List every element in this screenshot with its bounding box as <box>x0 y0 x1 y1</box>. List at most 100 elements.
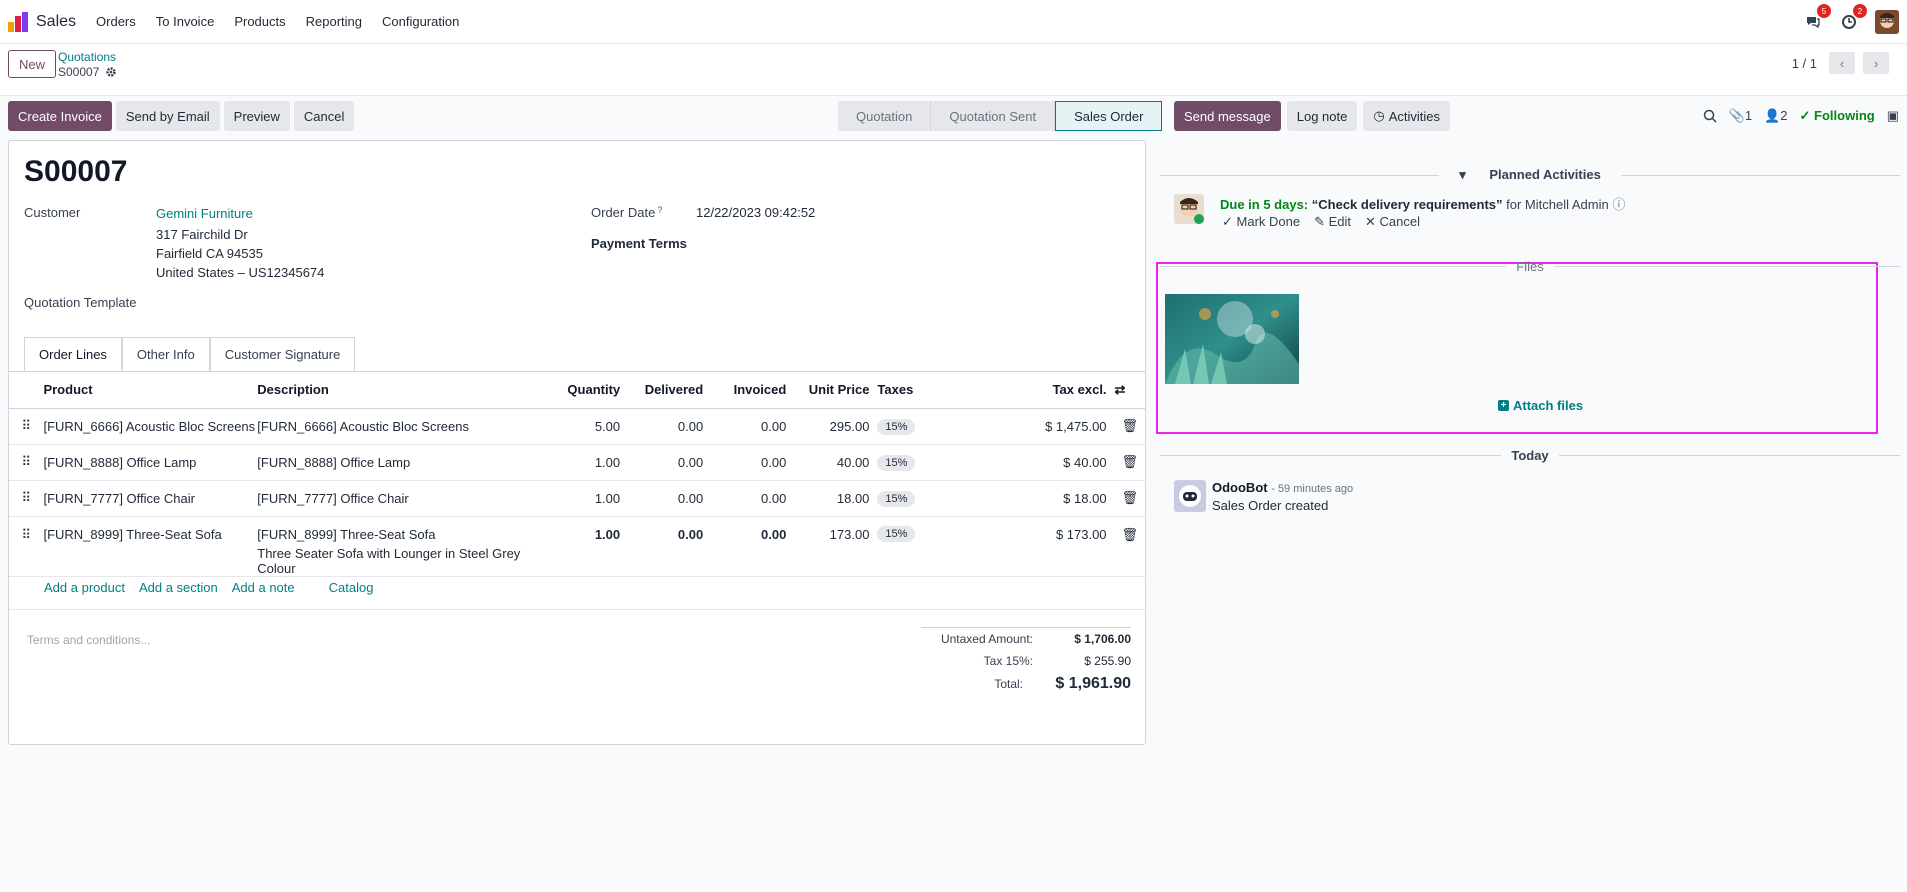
order-date-help[interactable]: ? <box>657 205 662 215</box>
trash-icon: 🗑 <box>1121 454 1139 469</box>
line-unit-price[interactable]: 295.00 <box>794 408 878 445</box>
pager-value[interactable]: 1 / 1 <box>1792 56 1817 71</box>
activities-button-chatter[interactable]: ◷ Activities <box>1363 101 1450 131</box>
delete-line-button[interactable]: 🗑 <box>1114 516 1145 577</box>
messages-button[interactable]: 5 <box>1803 4 1831 32</box>
breadcrumb-quotations[interactable]: Quotations <box>58 50 116 64</box>
line-quantity[interactable]: 1.00 <box>543 480 629 517</box>
line-product[interactable]: [FURN_6666] Acoustic Bloc Screens <box>43 408 258 445</box>
line-taxes[interactable]: 15% <box>877 516 989 577</box>
attachment-thumbnail[interactable] <box>1165 294 1299 384</box>
order-date-label: Order Date? <box>591 205 662 220</box>
terms-and-conditions-field[interactable]: Terms and conditions... <box>27 633 150 647</box>
info-icon[interactable]: ⓘ <box>1612 197 1625 212</box>
line-product[interactable]: [FURN_8888] Office Lamp <box>43 444 258 481</box>
drag-handle-icon[interactable]: ⠿ <box>9 480 44 517</box>
status-quotation[interactable]: Quotation <box>838 101 932 131</box>
today-divider: Today <box>1160 448 1900 463</box>
cancel-order-button[interactable]: Cancel <box>293 101 355 131</box>
catalog-link[interactable]: Catalog <box>329 580 374 595</box>
line-quantity[interactable]: 1.00 <box>543 516 629 577</box>
create-invoice-button[interactable]: Create Invoice <box>8 101 112 131</box>
author-name[interactable]: OdooBot <box>1212 480 1268 495</box>
drag-handle-icon[interactable]: ⠿ <box>9 516 44 577</box>
menu-products[interactable]: Products <box>234 14 285 29</box>
status-quotation-sent[interactable]: Quotation Sent <box>931 101 1056 131</box>
following-button[interactable]: ✓ Following <box>1800 108 1875 124</box>
send-by-email-button[interactable]: Send by Email <box>115 101 220 131</box>
check-icon: ✓ <box>1222 214 1237 229</box>
line-description[interactable]: [FURN_8888] Office Lamp <box>257 444 544 481</box>
pager-next-button[interactable]: › <box>1863 52 1889 74</box>
expand-chatter-icon[interactable]: ▣ <box>1887 108 1899 124</box>
menu-orders[interactable]: Orders <box>96 14 136 29</box>
chatter-topbar-right: 📎1 👤2 ✓ Following ▣ <box>1703 101 1899 131</box>
add-note-link[interactable]: Add a note <box>232 580 295 595</box>
send-message-button[interactable]: Send message <box>1174 101 1281 131</box>
user-avatar[interactable] <box>1875 10 1899 34</box>
line-taxes[interactable]: 15% <box>877 444 989 481</box>
mark-done-button[interactable]: ✓ Mark Done <box>1222 214 1300 230</box>
sliders-icon[interactable]: ⇄ <box>1115 382 1126 397</box>
planned-activities-header[interactable]: ▾ Planned Activities <box>1160 167 1900 183</box>
add-product-link[interactable]: Add a product <box>44 580 125 595</box>
log-note-button[interactable]: Log note <box>1286 101 1358 131</box>
tab-order-lines[interactable]: Order Lines <box>24 337 122 371</box>
line-invoiced: 0.00 <box>711 408 795 445</box>
line-description[interactable]: [FURN_6666] Acoustic Bloc Screens <box>257 408 544 445</box>
line-quantity[interactable]: 1.00 <box>543 444 629 481</box>
gear-icon[interactable] <box>105 66 117 78</box>
new-button[interactable]: New <box>8 50 57 78</box>
lines-divider <box>9 609 1145 610</box>
status-sales-order[interactable]: Sales Order <box>1055 101 1163 131</box>
taxes-column-header[interactable]: Taxes <box>877 372 989 409</box>
unit-price-column-header[interactable]: Unit Price <box>794 372 878 409</box>
drag-handle-icon[interactable]: ⠿ <box>9 408 44 445</box>
customer-field[interactable]: Gemini Furniture <box>156 206 253 221</box>
search-icon[interactable] <box>1703 109 1717 123</box>
app-name[interactable]: Sales <box>36 13 76 31</box>
delete-line-button[interactable]: 🗑 <box>1114 408 1145 445</box>
line-quantity[interactable]: 5.00 <box>543 408 629 445</box>
delete-line-button[interactable]: 🗑 <box>1114 444 1145 481</box>
line-unit-price[interactable]: 18.00 <box>794 480 878 517</box>
menu-to-invoice[interactable]: To Invoice <box>156 14 215 29</box>
attach-files-button[interactable]: + Attach files <box>1498 398 1583 413</box>
table-row[interactable]: ⠿ [FURN_8888] Office Lamp [FURN_8888] Of… <box>9 444 1145 481</box>
product-column-header[interactable]: Product <box>43 372 258 409</box>
tax-excl-column-header[interactable]: Tax excl. <box>988 372 1115 409</box>
line-product[interactable]: [FURN_8999] Three-Seat Sofa <box>43 516 258 577</box>
edit-activity-button[interactable]: ✎ Edit <box>1314 214 1351 230</box>
line-description-cell[interactable]: [FURN_8999] Three-Seat Sofa Three Seater… <box>257 516 544 577</box>
add-section-link[interactable]: Add a section <box>139 580 218 595</box>
drag-handle-icon[interactable]: ⠿ <box>9 444 44 481</box>
order-date-label-text: Order Date <box>591 205 656 220</box>
preview-button[interactable]: Preview <box>223 101 290 131</box>
attachments-button[interactable]: 📎1 <box>1729 108 1752 124</box>
line-invoiced: 0.00 <box>711 516 795 577</box>
line-unit-price[interactable]: 40.00 <box>794 444 878 481</box>
tab-customer-signature[interactable]: Customer Signature <box>209 337 356 371</box>
line-description[interactable]: [FURN_7777] Office Chair <box>257 480 544 517</box>
table-row[interactable]: ⠿ [FURN_8999] Three-Seat Sofa [FURN_8999… <box>9 516 1145 577</box>
table-row[interactable]: ⠿ [FURN_7777] Office Chair [FURN_7777] O… <box>9 480 1145 517</box>
menu-reporting[interactable]: Reporting <box>306 14 362 29</box>
pager-previous-button[interactable]: ‹ <box>1829 52 1855 74</box>
line-taxes[interactable]: 15% <box>877 480 989 517</box>
line-unit-price[interactable]: 173.00 <box>794 516 878 577</box>
sales-app-icon[interactable] <box>8 11 28 32</box>
menu-configuration[interactable]: Configuration <box>382 14 459 29</box>
activities-button[interactable]: 2 <box>1839 4 1867 32</box>
table-row[interactable]: ⠿ [FURN_6666] Acoustic Bloc Screens [FUR… <box>9 408 1145 445</box>
followers-button[interactable]: 👤2 <box>1764 108 1787 124</box>
line-taxes[interactable]: 15% <box>877 408 989 445</box>
description-column-header[interactable]: Description <box>257 372 544 409</box>
invoiced-column-header[interactable]: Invoiced <box>711 372 795 409</box>
delete-line-button[interactable]: 🗑 <box>1114 480 1145 517</box>
tab-other-info[interactable]: Other Info <box>121 337 210 371</box>
cancel-activity-button[interactable]: ✕ Cancel <box>1365 214 1420 230</box>
quantity-column-header[interactable]: Quantity <box>543 372 629 409</box>
order-date-field[interactable]: 12/22/2023 09:42:52 <box>696 205 815 220</box>
line-product[interactable]: [FURN_7777] Office Chair <box>43 480 258 517</box>
delivered-column-header[interactable]: Delivered <box>628 372 712 409</box>
